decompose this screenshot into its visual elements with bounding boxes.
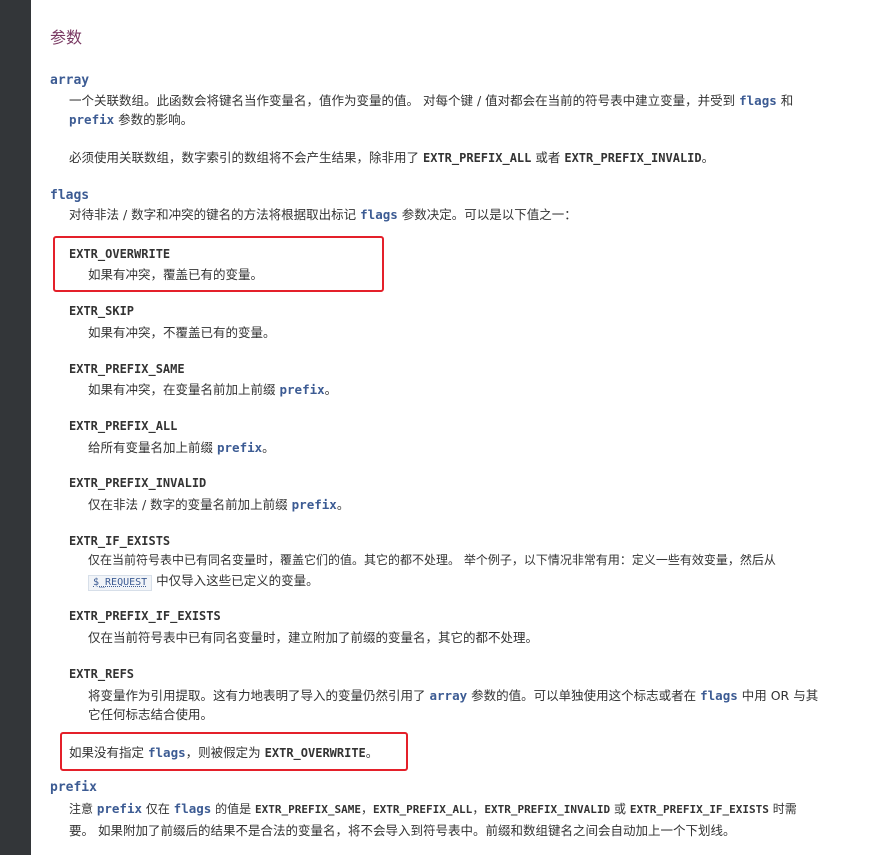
flag-name: EXTR_OVERWRITE — [69, 247, 171, 261]
section-title: 参数 — [50, 28, 83, 47]
flags-code: flags — [739, 93, 777, 108]
param-flags-intro: 对待非法 / 数字和冲突的键名的方法将根据取出标记 flags 参数决定。可以是… — [69, 207, 577, 222]
param-array-desc-line2: prefix 参数的影响。 — [69, 112, 194, 127]
flag-name: EXTR_PREFIX_INVALID — [69, 476, 207, 490]
flag-desc: 如果有冲突，不覆盖已有的变量。 — [88, 325, 276, 340]
flag-desc: 仅在当前符号表中已有同名变量时，建立附加了前缀的变量名，其它的都不处理。 — [88, 630, 539, 645]
flag-name: EXTR_IF_EXISTS — [69, 534, 171, 548]
param-prefix-desc-line1: 注意 prefix 仅在 flags 的值是 EXTR_PREFIX_SAME，… — [69, 801, 797, 816]
flag-name: EXTR_PREFIX_IF_EXISTS — [69, 609, 221, 623]
flag-desc: 给所有变量名加上前缀 prefix。 — [88, 440, 275, 455]
param-prefix-term: prefix — [50, 780, 97, 795]
request-link[interactable]: $_REQUEST — [88, 575, 153, 591]
flag-name: EXTR_REFS — [69, 667, 135, 681]
flag-desc: 如果有冲突，在变量名前加上前缀 prefix。 — [88, 382, 338, 397]
flag-desc-cont: 它任何标志结合使用。 — [88, 707, 214, 722]
param-flags-term: flags — [50, 188, 90, 203]
flag-desc-cont: $_REQUEST 中仅导入这些已定义的变量。 — [88, 570, 319, 591]
flag-name: EXTR_PREFIX_ALL — [69, 419, 178, 433]
flag-name: EXTR_PREFIX_SAME — [69, 362, 185, 376]
param-prefix-desc-line2: 要。 如果附加了前缀后的结果不是合法的变量名，将不会导入到符号表中。前缀和数组键… — [69, 823, 736, 838]
param-array-desc-line1: 一个关联数组。此函数会将键名当作变量名，值作为变量的值。 对每个键 / 值对都会… — [69, 93, 794, 108]
flags-default-note: 如果没有指定 flags，则被假定为 EXTR_OVERWRITE。 — [69, 745, 379, 760]
flag-desc: 如果有冲突，覆盖已有的变量。 — [88, 267, 264, 282]
prefix-code: prefix — [69, 112, 115, 127]
flag-desc: 将变量作为引用提取。这有力地表明了导入的变量仍然引用了 array 参数的值。可… — [88, 688, 819, 703]
param-array-note: 必须使用关联数组，数字索引的数组将不会产生结果，除非用了 EXTR_PREFIX… — [69, 150, 715, 165]
flag-desc: 仅在非法 / 数字的变量名前加上前缀 prefix。 — [88, 497, 350, 512]
param-array-term: array — [50, 73, 90, 88]
flag-desc: 仅在当前符号表中已有同名变量时，覆盖它们的值。其它的都不处理。 举个例子，以下情… — [88, 553, 776, 567]
flag-name: EXTR_SKIP — [69, 304, 135, 318]
